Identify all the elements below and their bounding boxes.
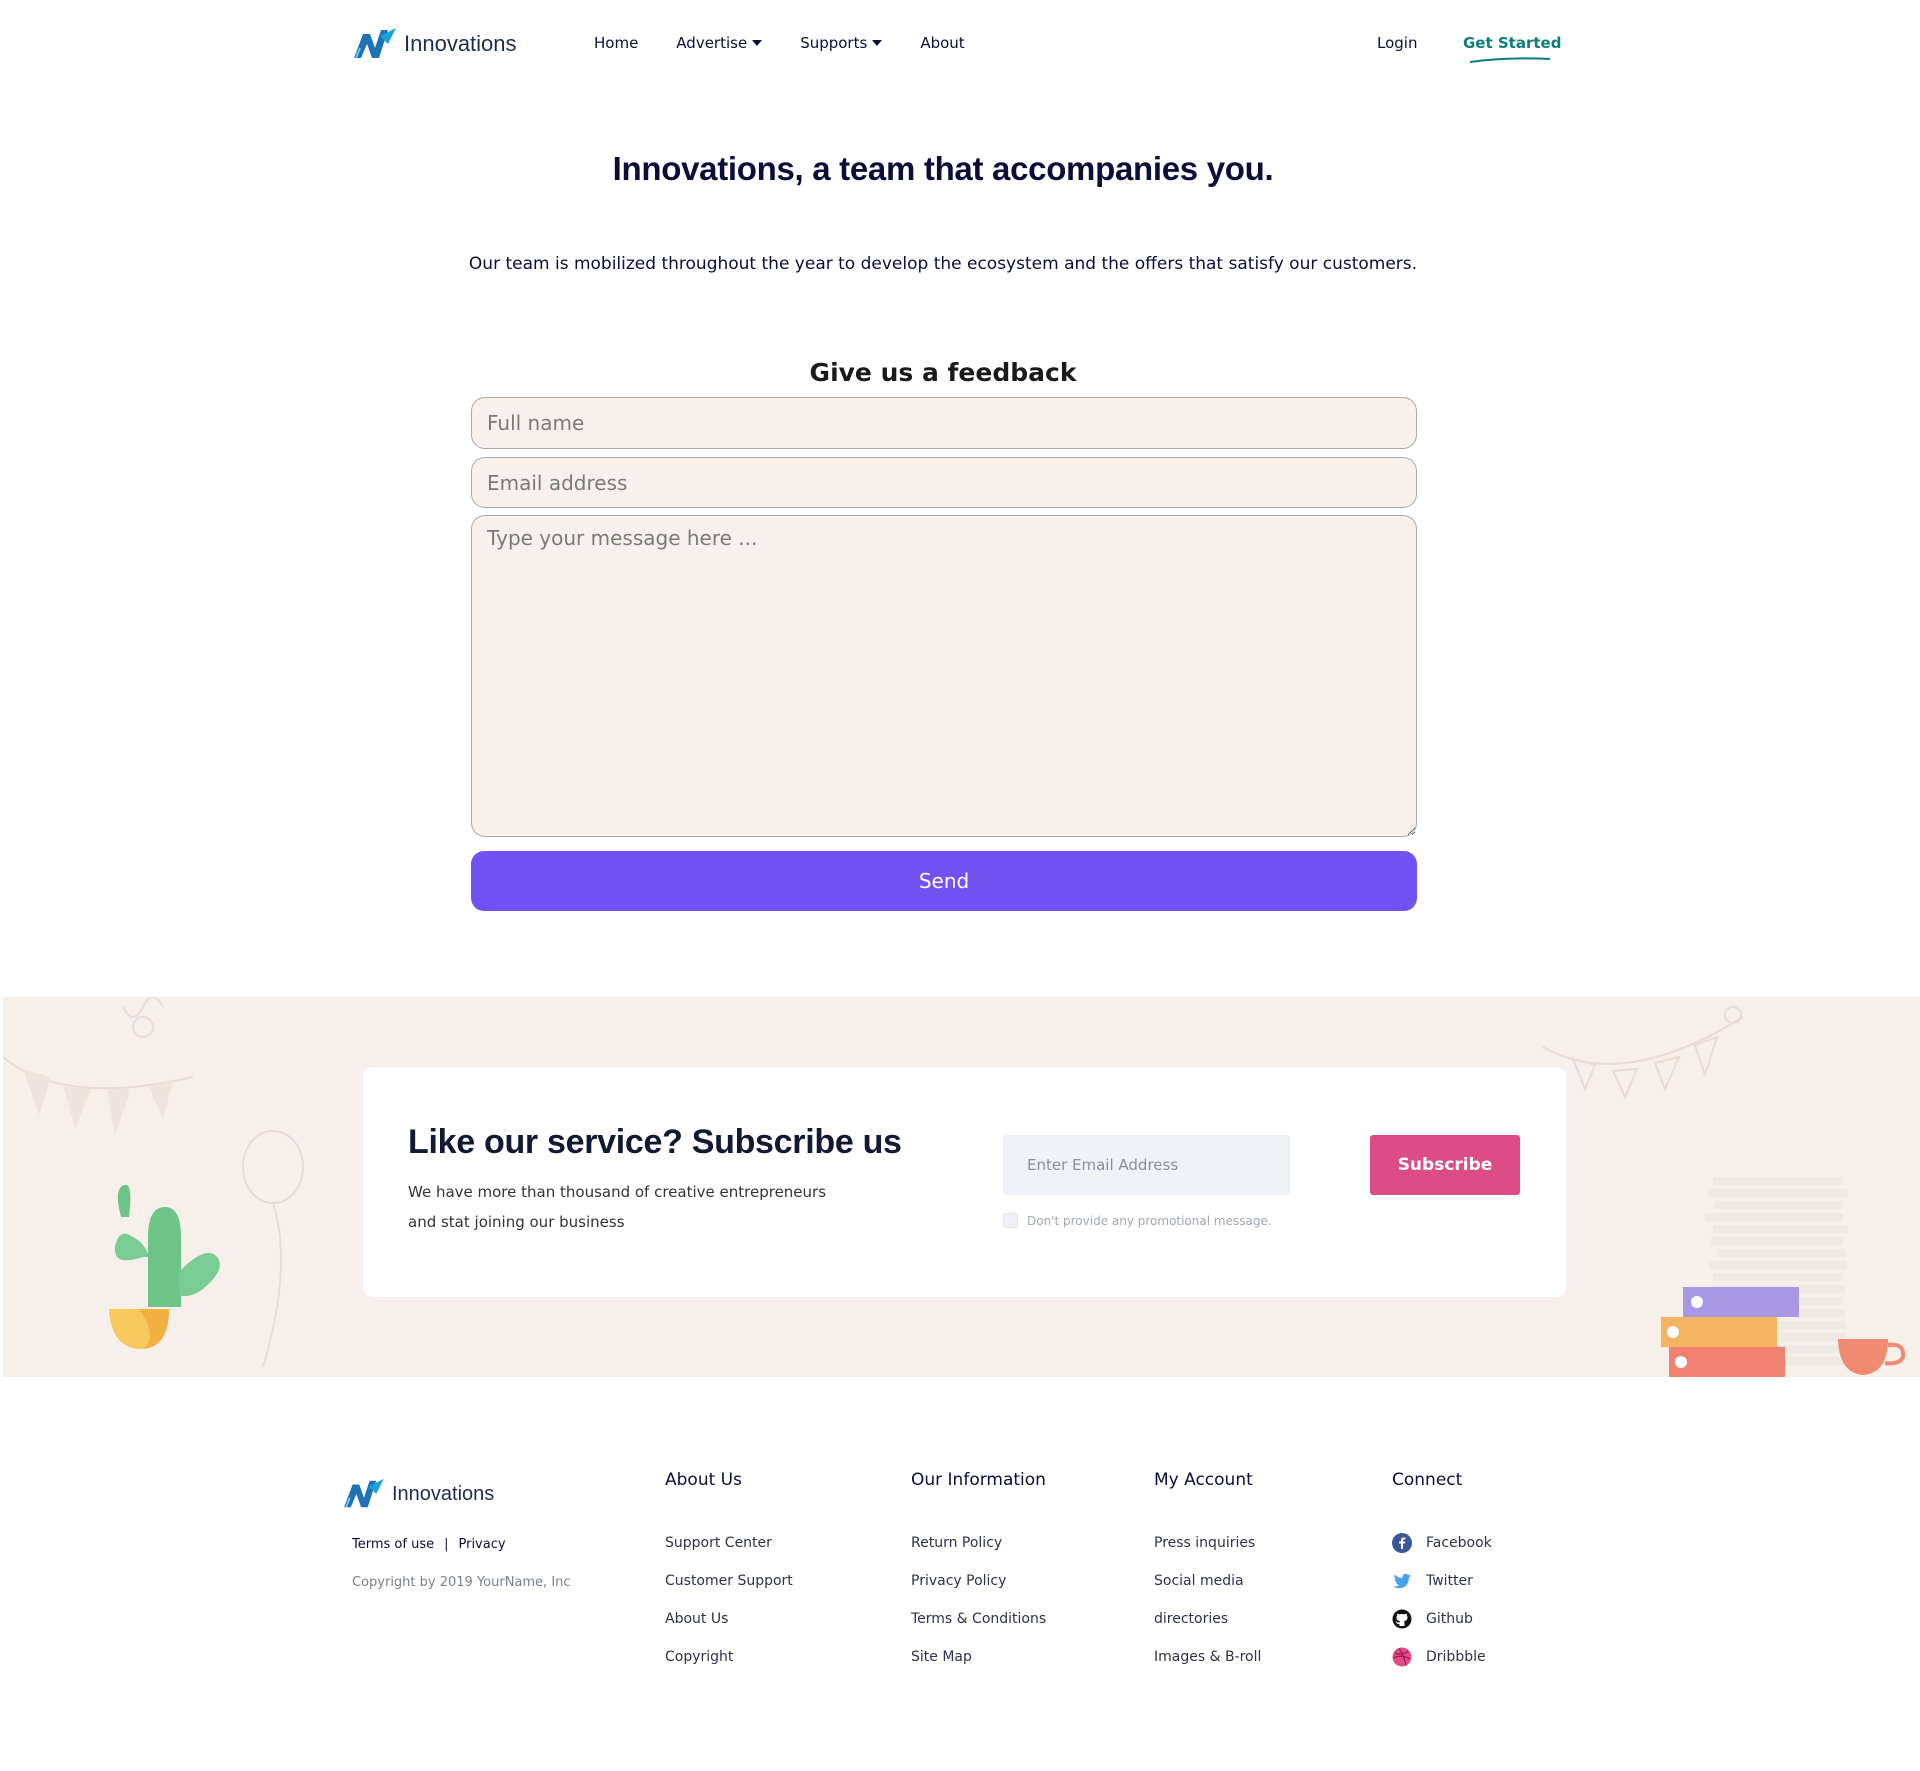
feedback-title: Give us a feedback [809, 358, 1077, 387]
message-textarea[interactable] [471, 515, 1417, 837]
send-button[interactable]: Send [471, 851, 1417, 911]
footer-link[interactable]: Privacy Policy [911, 1562, 1046, 1600]
logo-icon [354, 28, 396, 59]
nav-supports[interactable]: Supports [800, 34, 883, 52]
social-link-twitter[interactable]: Twitter [1392, 1562, 1492, 1600]
footer-column-connect: Connect Facebook Twitter Github Dribbble [1392, 1470, 1492, 1676]
social-label: Facebook [1426, 1535, 1492, 1551]
subscribe-title: Like our service? Subscribe us [408, 1123, 902, 1161]
hero-description: Our team is mobilized throughout the yea… [468, 254, 1418, 274]
footer-link[interactable]: directories [1154, 1600, 1261, 1638]
footer-column-about: About Us Support Center Customer Support… [665, 1470, 793, 1676]
dribbble-icon [1392, 1647, 1412, 1667]
social-label: Dribbble [1426, 1649, 1486, 1665]
footer-link[interactable]: Customer Support [665, 1562, 793, 1600]
site-header: Innovations Home Advertise Supports Abou… [0, 0, 1920, 92]
footer-link[interactable]: Support Center [665, 1524, 793, 1562]
copyright-text: Copyright by 2019 YourName, Inc [352, 1575, 571, 1590]
promo-option: Don't provide any promotional message. [1003, 1213, 1272, 1228]
nav-home-label: Home [594, 34, 639, 52]
nav-advertise[interactable]: Advertise [676, 34, 763, 52]
twitter-icon [1393, 1573, 1411, 1589]
footer-column-account: My Account Press inquiries Social media … [1154, 1470, 1261, 1676]
footer-link[interactable]: Press inquiries [1154, 1524, 1261, 1562]
subscribe-description: We have more than thousand of creative e… [408, 1183, 827, 1231]
legal-separator: | [444, 1537, 449, 1552]
footer-link[interactable]: Site Map [911, 1638, 1046, 1676]
bunting-decoration [1542, 1006, 1744, 1100]
footer-link[interactable]: Copyright [665, 1638, 793, 1676]
nav-about[interactable]: About [920, 34, 964, 52]
footer-legal-links: Terms of use | Privacy [352, 1537, 506, 1552]
subscribe-section: Like our service? Subscribe us We have m… [3, 997, 1920, 1377]
footer-column-title: About Us [665, 1470, 742, 1490]
footer-column-title: Our Information [911, 1470, 1046, 1490]
brand-name: Innovations [404, 31, 517, 56]
footer-logo[interactable]: Innovations [340, 1477, 494, 1511]
email-input[interactable] [471, 457, 1417, 508]
github-icon [1392, 1609, 1412, 1629]
caret-down-icon [752, 40, 763, 46]
social-link-github[interactable]: Github [1392, 1600, 1492, 1638]
nav-home[interactable]: Home [594, 34, 638, 52]
subscribe-email-input[interactable] [1003, 1135, 1290, 1195]
main-nav: Home Advertise Supports About [594, 34, 1003, 52]
footer-brand-name: Innovations [392, 1482, 495, 1505]
bunting-decoration [3, 997, 194, 1135]
footer-link[interactable]: Images & B-roll [1154, 1638, 1261, 1676]
footer-column-title: My Account [1154, 1470, 1253, 1490]
footer-link[interactable]: Terms & Conditions [911, 1600, 1046, 1638]
brand-logo[interactable]: Innovations [350, 26, 517, 62]
cactus-illustration [109, 1184, 220, 1349]
promo-label: Don't provide any promotional message. [1027, 1213, 1272, 1228]
footer-link[interactable]: Social media [1154, 1562, 1261, 1600]
page-title: Innovations, a team that accompanies you… [612, 150, 1274, 187]
social-link-facebook[interactable]: Facebook [1392, 1524, 1492, 1562]
nav-about-label: About [920, 34, 965, 52]
social-link-dribbble[interactable]: Dribbble [1392, 1638, 1492, 1676]
caret-down-icon [872, 40, 883, 46]
balloon-decoration [242, 1130, 304, 1368]
footer-column-information: Our Information Return Policy Privacy Po… [911, 1470, 1046, 1676]
underline-decoration [1469, 57, 1551, 63]
subscribe-card: Like our service? Subscribe us We have m… [363, 1067, 1566, 1297]
nav-advertise-label: Advertise [676, 34, 748, 52]
terms-link[interactable]: Terms of use [352, 1537, 434, 1552]
logo-icon [344, 1478, 384, 1508]
privacy-link[interactable]: Privacy [458, 1537, 505, 1552]
promo-checkbox[interactable] [1003, 1213, 1018, 1228]
books-illustration [1661, 1177, 1906, 1377]
get-started-link[interactable]: Get Started [1463, 34, 1561, 52]
social-label: Twitter [1426, 1573, 1473, 1589]
footer-link[interactable]: Return Policy [911, 1524, 1046, 1562]
nav-supports-label: Supports [800, 34, 868, 52]
footer-link[interactable]: About Us [665, 1600, 793, 1638]
footer-column-title: Connect [1392, 1470, 1463, 1490]
full-name-input[interactable] [471, 397, 1417, 449]
login-link[interactable]: Login [1377, 34, 1417, 52]
facebook-icon [1392, 1533, 1412, 1553]
subscribe-button[interactable]: Subscribe [1370, 1135, 1520, 1195]
social-label: Github [1426, 1611, 1473, 1627]
